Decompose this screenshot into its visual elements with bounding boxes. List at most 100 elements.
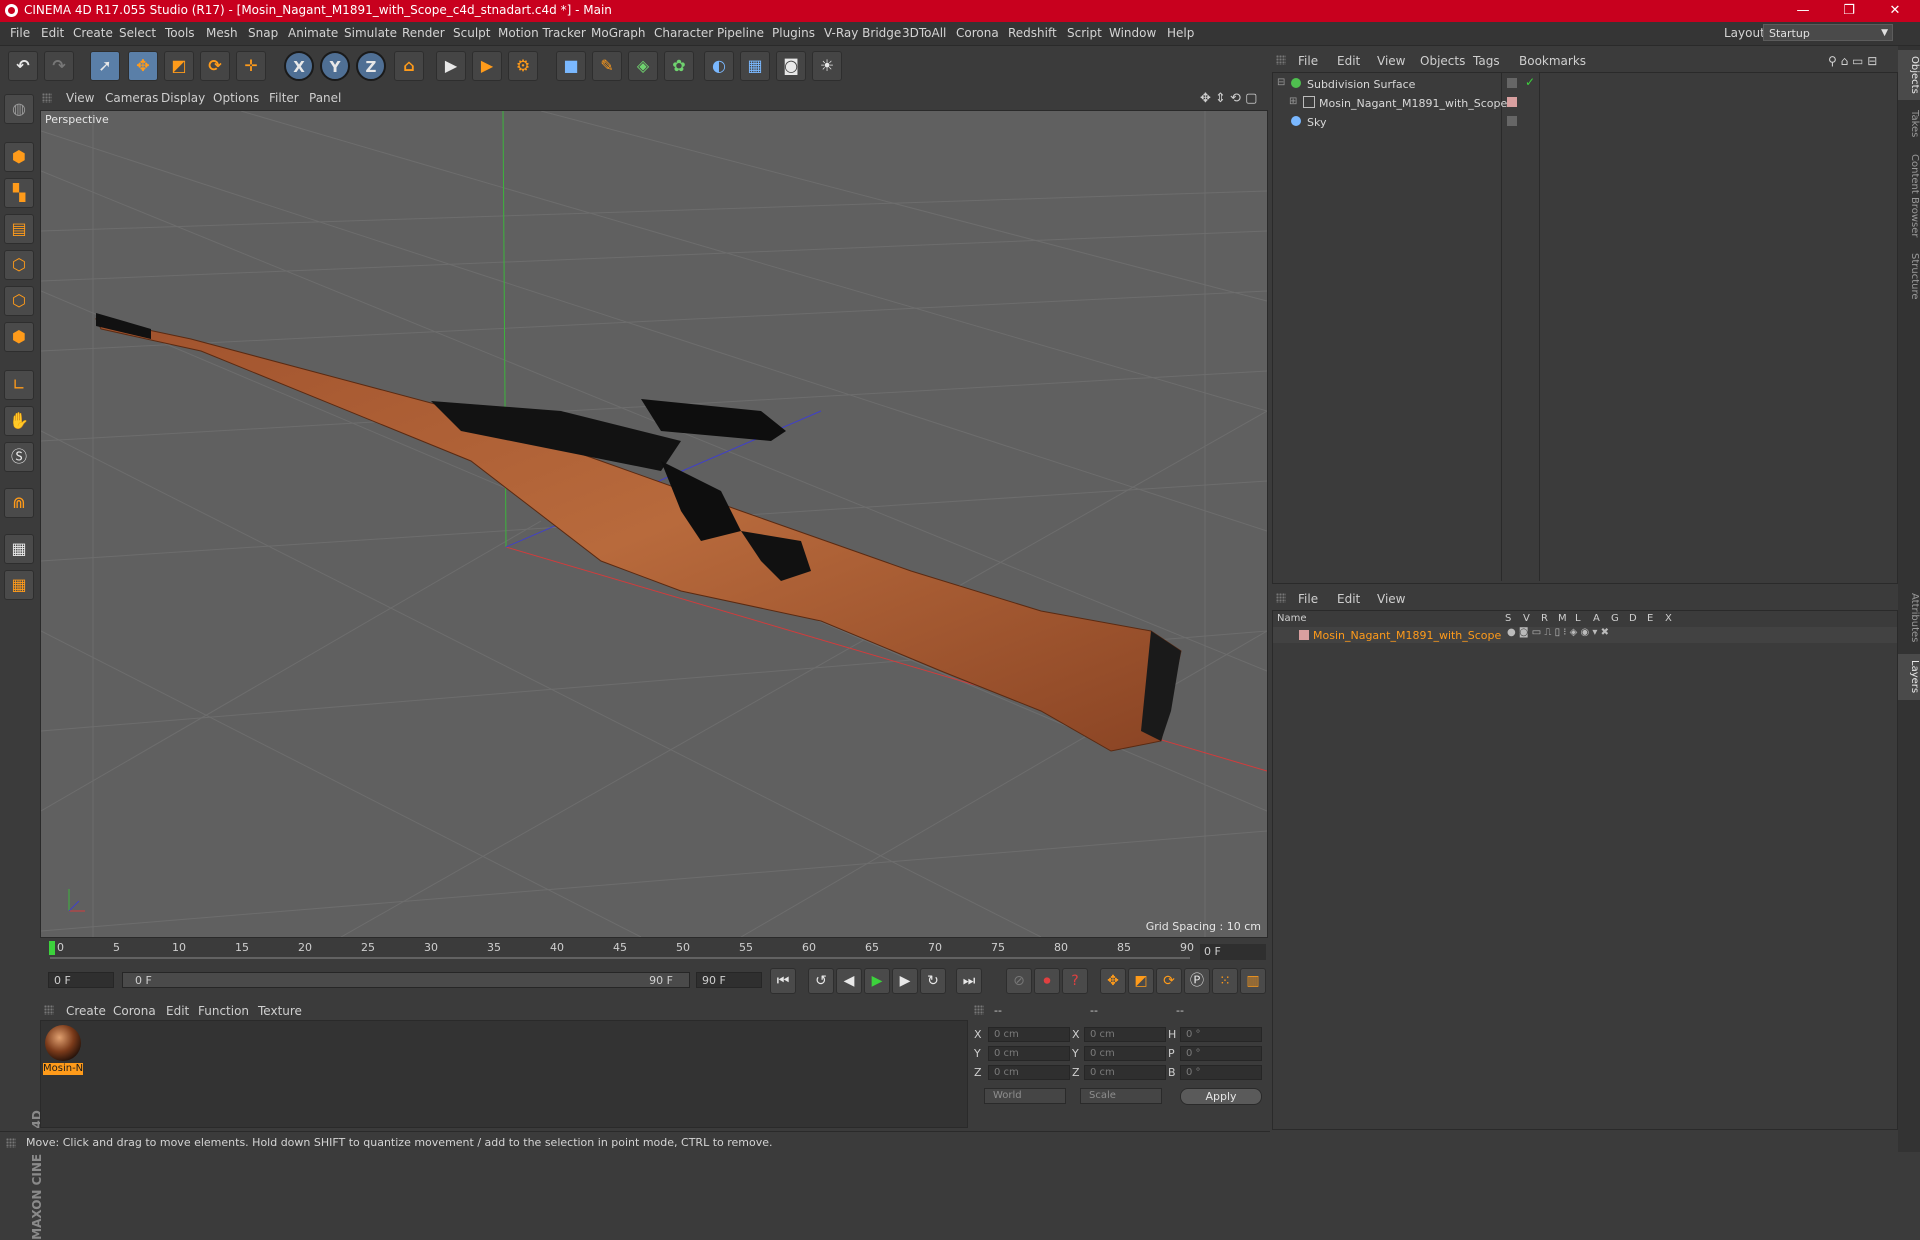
- subdivision-surface-button[interactable]: ◈: [628, 51, 658, 81]
- undo-button[interactable]: ↶: [8, 51, 38, 81]
- object-row[interactable]: ⊞ Mosin_Nagant_M1891_with_Scope: [1273, 94, 1897, 113]
- floor-button[interactable]: ▦: [740, 51, 770, 81]
- layer-color-icon[interactable]: [1507, 97, 1517, 107]
- menu-corona[interactable]: Corona: [956, 26, 999, 40]
- object-menu-bookmarks[interactable]: Bookmarks: [1519, 54, 1586, 68]
- viewport-menu-view[interactable]: View: [66, 91, 94, 105]
- material-preview-ball[interactable]: [45, 1025, 81, 1061]
- previous-key-button[interactable]: ↺: [808, 968, 834, 994]
- layer-menu-file[interactable]: File: [1298, 592, 1318, 606]
- material-menu-corona[interactable]: Corona: [113, 1004, 156, 1018]
- size-x-field[interactable]: 0 cm: [1084, 1027, 1166, 1042]
- polygons-mode-button[interactable]: ⬢: [4, 322, 34, 352]
- menu-pipeline[interactable]: Pipeline: [717, 26, 764, 40]
- menu-plugins[interactable]: Plugins: [772, 26, 815, 40]
- material-name-label[interactable]: Mosin-N: [43, 1063, 83, 1075]
- scale-tool-button[interactable]: ◩: [164, 51, 194, 81]
- tab-structure[interactable]: Structure: [1898, 248, 1920, 304]
- tab-attributes[interactable]: Attributes: [1898, 586, 1920, 650]
- x-axis-lock-button[interactable]: X: [284, 51, 314, 81]
- menu-sculpt[interactable]: Sculpt: [453, 26, 490, 40]
- menu-help[interactable]: Help: [1167, 26, 1194, 40]
- viewport-menu-display[interactable]: Display: [161, 91, 205, 105]
- camera-button[interactable]: ◙: [776, 51, 806, 81]
- play-button[interactable]: ▶: [864, 968, 890, 994]
- menu-mesh[interactable]: Mesh: [206, 26, 238, 40]
- record-active-objects-button[interactable]: ⏺: [1034, 968, 1060, 994]
- rotate-tool-button[interactable]: ⟳: [200, 51, 230, 81]
- record-scale-button[interactable]: ◩: [1128, 968, 1154, 994]
- menu-mograph[interactable]: MoGraph: [591, 26, 646, 40]
- object-menu-view[interactable]: View: [1377, 54, 1405, 68]
- rotation-h-field[interactable]: 0 °: [1180, 1027, 1262, 1042]
- size-mode-dropdown[interactable]: Scale: [1080, 1088, 1162, 1104]
- object-menu-file[interactable]: File: [1298, 54, 1318, 68]
- viewport-menu-panel[interactable]: Panel: [309, 91, 341, 105]
- tab-content-browser[interactable]: Content Browser: [1898, 148, 1920, 244]
- edges-mode-button[interactable]: ⬡: [4, 286, 34, 316]
- start-frame-field[interactable]: 0 F: [48, 972, 114, 988]
- menu-edit[interactable]: Edit: [41, 26, 64, 40]
- menu-vray-bridge[interactable]: V-Ray Bridge: [824, 26, 901, 40]
- move-tool-button[interactable]: ✥: [128, 51, 158, 81]
- menu-window[interactable]: Window: [1109, 26, 1156, 40]
- material-menu-edit[interactable]: Edit: [166, 1004, 189, 1018]
- deformer-button[interactable]: ◐: [704, 51, 734, 81]
- object-row[interactable]: Sky: [1273, 113, 1897, 132]
- enabled-check-icon[interactable]: ✓: [1525, 75, 1535, 89]
- tab-takes[interactable]: Takes: [1898, 104, 1920, 144]
- render-view-button[interactable]: ▶: [436, 51, 466, 81]
- motion-recording-button[interactable]: ⊘: [1006, 968, 1032, 994]
- layer-row[interactable]: Mosin_Nagant_M1891_with_Scope ● ◙ ▭ ⎍ ▯ …: [1273, 627, 1897, 643]
- end-frame-field[interactable]: 90 F: [696, 972, 762, 988]
- model-mode-button[interactable]: ⬢: [4, 142, 34, 172]
- object-menu-objects[interactable]: Objects: [1420, 54, 1465, 68]
- tab-objects[interactable]: Objects: [1898, 50, 1920, 100]
- timeline-ruler[interactable]: 0 5 10 15 20 25 30 35 40 45 50 55 60 65 …: [40, 938, 1266, 960]
- menu-simulate[interactable]: Simulate: [344, 26, 397, 40]
- viewport-nav-icons[interactable]: ✥ ⇕ ⟲ ▢: [1200, 91, 1257, 106]
- position-x-field[interactable]: 0 cm: [988, 1027, 1070, 1042]
- material-menu-function[interactable]: Function: [198, 1004, 249, 1018]
- menu-animate[interactable]: Animate: [288, 26, 338, 40]
- axis-mode-button[interactable]: ∟: [4, 370, 34, 400]
- workplane-lock-button[interactable]: ▦: [4, 534, 34, 564]
- autokeying-button[interactable]: ?: [1062, 968, 1088, 994]
- next-frame-button[interactable]: ▶: [892, 968, 918, 994]
- menu-redshift[interactable]: Redshift: [1008, 26, 1057, 40]
- menu-motion-tracker[interactable]: Motion Tracker: [498, 26, 586, 40]
- snap-button[interactable]: ⋒: [4, 488, 34, 518]
- make-editable-button[interactable]: ◍: [4, 94, 34, 124]
- collapse-icon[interactable]: ⊟: [1277, 77, 1285, 88]
- menu-snap[interactable]: Snap: [248, 26, 278, 40]
- visibility-toggle-icon[interactable]: [1507, 78, 1517, 88]
- layer-menu-edit[interactable]: Edit: [1337, 592, 1360, 606]
- go-to-end-button[interactable]: ⏭: [956, 968, 982, 994]
- cube-primitive-button[interactable]: ■: [556, 51, 586, 81]
- timeline-window-button[interactable]: ▥: [1240, 968, 1266, 994]
- position-y-field[interactable]: 0 cm: [988, 1046, 1070, 1061]
- record-parameter-button[interactable]: Ⓟ: [1184, 968, 1210, 994]
- go-to-start-button[interactable]: ⏮: [770, 968, 796, 994]
- material-menu-texture[interactable]: Texture: [258, 1004, 302, 1018]
- previous-frame-button[interactable]: ◀: [836, 968, 862, 994]
- tab-layers[interactable]: Layers: [1898, 654, 1920, 700]
- size-z-field[interactable]: 0 cm: [1084, 1065, 1166, 1080]
- menu-script[interactable]: Script: [1067, 26, 1102, 40]
- live-selection-button[interactable]: ➚: [90, 51, 120, 81]
- menu-3dtoall[interactable]: 3DToAll: [902, 26, 946, 40]
- menu-tools[interactable]: Tools: [165, 26, 195, 40]
- menu-file[interactable]: File: [10, 26, 30, 40]
- minimize-button[interactable]: —: [1780, 0, 1826, 22]
- texture-mode-button[interactable]: ▚: [4, 178, 34, 208]
- solo-mode-button[interactable]: Ⓢ: [4, 442, 34, 472]
- object-menu-tags[interactable]: Tags: [1473, 54, 1500, 68]
- render-picture-viewer-button[interactable]: ▶: [472, 51, 502, 81]
- workplane-mode-button[interactable]: ▤: [4, 214, 34, 244]
- y-axis-lock-button[interactable]: Y: [320, 51, 350, 81]
- preview-range-slider[interactable]: 0 F 90 F: [122, 972, 690, 988]
- rotation-p-field[interactable]: 0 °: [1180, 1046, 1262, 1061]
- next-key-button[interactable]: ↻: [920, 968, 946, 994]
- record-point-level-button[interactable]: ⁙: [1212, 968, 1238, 994]
- mograph-cloner-button[interactable]: ✿: [664, 51, 694, 81]
